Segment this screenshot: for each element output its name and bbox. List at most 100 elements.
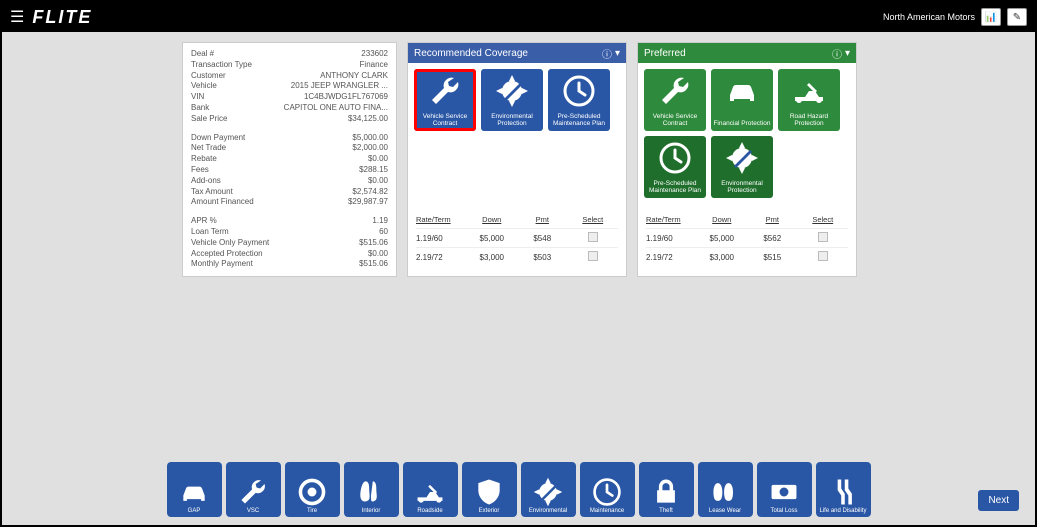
deal-label: Bank [191,103,209,114]
deal-label: Sale Price [191,114,227,125]
dropdown-icon[interactable]: ▾ [615,48,620,59]
rate-down: $3,000 [697,253,748,262]
dock-tile-maintenance[interactable]: Maintenance [580,462,635,517]
deal-row: Add-ons$0.00 [191,176,388,187]
seat-icon [355,476,387,508]
rate-row: 2.19/72$3,000$503 [416,247,618,266]
rate-select[interactable] [568,251,619,263]
coverage-tile[interactable]: Vehicle Service Contract [414,69,476,131]
dock-tile-tire[interactable]: Tire [285,462,340,517]
deal-value: $0.00 [368,154,388,165]
deal-value: Finance [360,60,388,71]
deal-value: $515.06 [359,238,388,249]
deal-row: Sale Price$34,125.00 [191,114,388,125]
dock-tile-vsc[interactable]: VSC [226,462,281,517]
rate-select[interactable] [798,251,849,263]
tile-label: Vehicle Service Contract [646,113,704,127]
dock-tile-gap[interactable]: GAP [167,462,222,517]
dock-label: Lease Wear [709,508,741,514]
clock-icon [644,140,706,176]
coverage-tile[interactable]: Financial Protection [711,69,773,131]
car-icon [178,476,210,508]
info-icon[interactable]: ⓘ [832,46,842,61]
checkbox[interactable] [588,251,598,261]
checkbox[interactable] [818,232,828,242]
info-icon[interactable]: ⓘ [602,46,612,61]
env-icon [711,140,773,176]
coverage-tile[interactable]: Pre-Scheduled Maintenance Plan [548,69,610,131]
deal-row: VIN1C4BJWDG1FL767069 [191,92,388,103]
preferred-title: Preferred [644,48,686,59]
deal-value: 60 [379,227,388,238]
rate-pmt: $562 [747,234,798,243]
deal-label: Customer [191,71,226,82]
tile-label: Financial Protection [713,120,770,127]
lock-icon [650,476,682,508]
dock-label: Roadside [417,508,442,514]
dock-tile-exterior[interactable]: Exterior [462,462,517,517]
edit-button[interactable]: ✎ [1007,8,1027,26]
deal-summary-card: Deal # 233602 Transaction Type Finance Custo… [182,42,397,277]
tile-label: Pre-Scheduled Maintenance Plan [550,113,608,127]
deal-label: VIN [191,92,204,103]
dock-label: Environmental [529,508,567,514]
coverage-tile[interactable]: Pre-Scheduled Maintenance Plan [644,136,706,198]
deal-row: Down Payment$5,000.00 [191,133,388,144]
deal-value: 233602 [361,49,388,60]
coverage-tile[interactable]: Environmental Protection [481,69,543,131]
rate-down: $5,000 [467,234,518,243]
chart-button[interactable]: 📊 [981,8,1001,26]
tow-icon [414,476,446,508]
dock-tile-roadside[interactable]: Roadside [403,462,458,517]
rate-row: 1.19/60$5,000$548 [416,228,618,247]
recommended-tiles: Vehicle Service Contract Environmental Pr… [408,63,626,137]
rate-select[interactable] [798,232,849,244]
tow-icon [778,73,840,109]
deal-row: Vehicle2015 JEEP WRANGLER ... [191,81,388,92]
col-select: Select [568,215,619,224]
coverage-tile[interactable]: Road Hazard Protection [778,69,840,131]
deal-label: Net Trade [191,143,226,154]
rate-select[interactable] [568,232,619,244]
dealer-name: North American Motors [883,12,975,22]
rate-pmt: $515 [747,253,798,262]
checkbox[interactable] [588,232,598,242]
dock-tile-total-loss[interactable]: Total Loss [757,462,812,517]
coverage-tile[interactable]: Vehicle Service Contract [644,69,706,131]
deal-label: APR % [191,216,217,227]
deal-label: Amount Financed [191,197,254,208]
deal-label: Loan Term [191,227,229,238]
dock-tile-life-and-disability[interactable]: Life and Disability [816,462,871,517]
dropdown-icon[interactable]: ▾ [845,48,850,59]
deal-value: $2,574.82 [352,187,388,198]
checkbox[interactable] [818,251,828,261]
recommended-coverage-panel: Recommended Coverage ⓘ ▾ Vehicle Service… [407,42,627,277]
deal-row: Amount Financed $29,987.97 [191,197,388,208]
deal-row: Accepted Protection$0.00 [191,249,388,260]
preferred-tiles: Vehicle Service Contract Financial Protec… [638,63,856,204]
dock-label: Tire [307,508,317,514]
next-button[interactable]: Next [978,490,1019,511]
dock-tile-environmental[interactable]: Environmental [521,462,576,517]
deal-label: Vehicle Only Payment [191,238,269,249]
deal-value: 1.19 [372,216,388,227]
deal-value: $29,987.97 [348,197,388,208]
rate-term: 1.19/60 [416,234,467,243]
deal-value: $288.15 [359,165,388,176]
dock-tile-theft[interactable]: Theft [639,462,694,517]
dock-label: Exterior [479,508,500,514]
deal-value: $5,000.00 [352,133,388,144]
deal-value: $2,000.00 [352,143,388,154]
preferred-panel: Preferred ⓘ ▾ Vehicle Service Contract Fi… [637,42,857,277]
app-header: ☰ FLITE North American Motors 📊 ✎ [2,2,1035,32]
dock-tile-lease-wear[interactable]: Lease Wear [698,462,753,517]
deal-label: Deal # [191,49,214,60]
rate-pmt: $503 [517,253,568,262]
tile-label: Environmental Protection [483,113,541,127]
deal-label: Transaction Type [191,60,252,71]
dock-tile-interior[interactable]: Interior [344,462,399,517]
deal-row: Transaction Type Finance [191,60,388,71]
recommended-title: Recommended Coverage [414,48,528,59]
coverage-tile[interactable]: Environmental Protection [711,136,773,198]
hamburger-menu-icon[interactable]: ☰ [10,7,24,27]
